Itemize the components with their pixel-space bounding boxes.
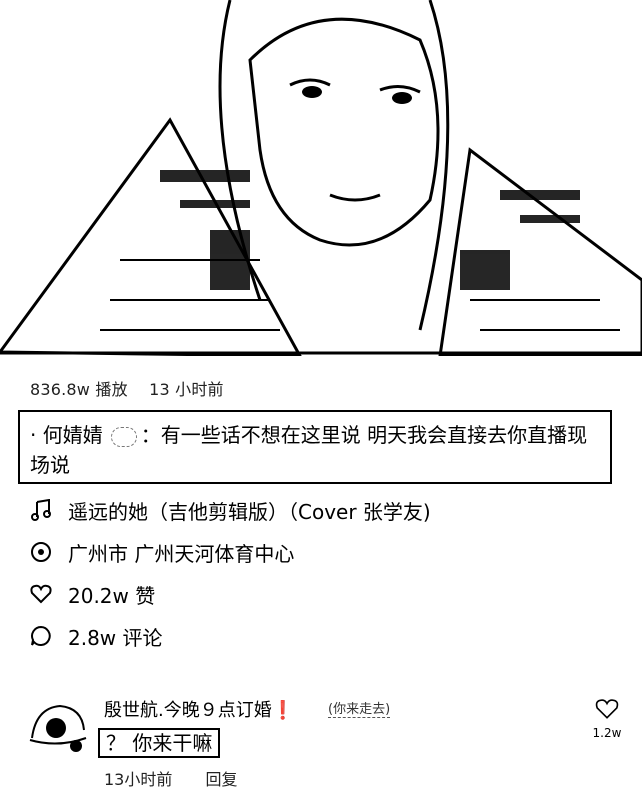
heart-icon: [595, 699, 619, 719]
comments-label: 2.8w 评论: [68, 625, 163, 650]
music-label: 遥远的她（吉他剪辑版）（Cover 张学友): [68, 499, 431, 524]
comment-time: 13小时前: [104, 770, 173, 789]
commenter-name[interactable]: 殷世航.今晚９点订婚❗️: [104, 696, 294, 722]
video-cover-image[interactable]: [0, 0, 642, 356]
video-stats: 836.8w 播放 13 小时前: [30, 376, 240, 400]
likes-label: 20.2w 赞: [68, 583, 156, 608]
likes-row[interactable]: 20.2w 赞: [30, 580, 155, 608]
cover-illustration: [0, 0, 642, 356]
post-time: 13 小时前: [149, 380, 224, 399]
comment-item: 殷世航.今晚９点订婚❗️ (你来走去) ？ 你来干嘛 13小时前 回复 1.2w: [28, 690, 628, 790]
emoji-icon: [110, 426, 137, 447]
heart-icon: [30, 583, 52, 605]
commenter-note: (你来走去): [328, 698, 391, 718]
location-label: 广州市 广州天河体育中心: [68, 541, 295, 566]
post-caption[interactable]: · 何婧婧 ：有一些话不想在这里说 明天我会直接去你直播现场说: [18, 410, 612, 484]
comment-meta: 13小时前 回复: [104, 766, 265, 790]
reply-button[interactable]: 回复: [205, 770, 237, 789]
comment-like-button[interactable]: 1.2w: [592, 698, 622, 740]
play-count: 836.8w 播放: [30, 380, 128, 399]
location-icon: [30, 541, 52, 563]
music-note-icon: [30, 499, 52, 521]
comment-text: ？ 你来干嘛: [98, 728, 221, 758]
comment-like-count: 1.2w: [592, 726, 622, 740]
avatar[interactable]: [28, 698, 90, 754]
music-row[interactable]: 遥远的她（吉他剪辑版）（Cover 张学友): [30, 496, 431, 524]
comment-icon: [30, 625, 52, 647]
post-author[interactable]: · 何婧婧: [30, 423, 103, 447]
location-row[interactable]: 广州市 广州天河体育中心: [30, 538, 294, 566]
comments-row[interactable]: 2.8w 评论: [30, 622, 163, 650]
